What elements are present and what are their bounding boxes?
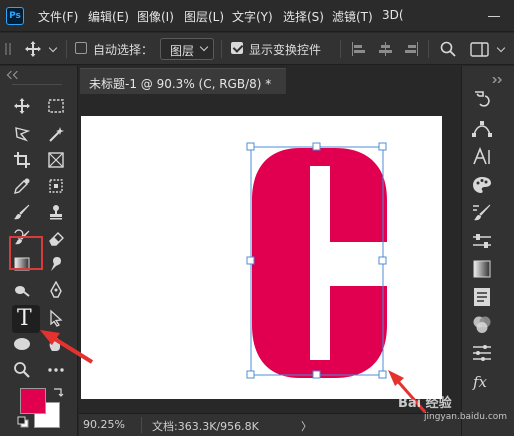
document-tab[interactable]: 未标题-1 @ 90.3% (C, RGB/8) * bbox=[80, 68, 286, 94]
workspace-dropdown-icon[interactable] bbox=[496, 43, 506, 53]
chevron-down-icon bbox=[199, 42, 209, 52]
paths-panel-icon[interactable] bbox=[471, 118, 493, 140]
watermark-url: jingyan.baidu.com bbox=[424, 412, 508, 422]
preset-dropdown-icon[interactable] bbox=[48, 43, 58, 53]
zoom-level[interactable]: 90.25% bbox=[83, 418, 125, 431]
hand-tool[interactable] bbox=[42, 332, 70, 356]
crop-tool[interactable] bbox=[8, 148, 36, 172]
magic-wand-tool[interactable] bbox=[42, 122, 70, 146]
status-bar: 90.25% 文档:363.3K/956.8K 〉 bbox=[79, 413, 461, 436]
brush-tool[interactable] bbox=[8, 200, 36, 224]
type-tool[interactable]: T bbox=[12, 305, 40, 333]
brush-settings-icon[interactable] bbox=[471, 202, 493, 224]
move-tool[interactable] bbox=[8, 94, 36, 118]
swatches-panel-icon[interactable] bbox=[471, 174, 493, 196]
default-colors-icon[interactable] bbox=[17, 416, 29, 428]
dodge-tool[interactable] bbox=[8, 278, 36, 302]
right-panel-dock: fx bbox=[461, 66, 514, 436]
ellipse-tool[interactable] bbox=[8, 332, 36, 356]
minimize-button[interactable] bbox=[470, 4, 514, 28]
panel-divider bbox=[12, 84, 62, 85]
move-tool-preset-icon[interactable] bbox=[24, 40, 44, 58]
menu-select[interactable]: 选择(S) bbox=[283, 8, 324, 25]
show-transform-label: 显示变换控件 bbox=[249, 43, 322, 57]
eraser-tool[interactable] bbox=[42, 226, 70, 250]
search-icon[interactable] bbox=[440, 41, 456, 57]
marquee-tool[interactable] bbox=[42, 94, 70, 118]
document-tab-title: 未标题-1 @ 90.3% (C, RGB/8) * bbox=[89, 77, 272, 91]
zoom-tool[interactable] bbox=[8, 358, 36, 382]
menu-3d[interactable]: 3D( bbox=[382, 8, 404, 22]
lasso-tool[interactable] bbox=[8, 122, 36, 146]
auto-select-checkbox[interactable] bbox=[75, 42, 87, 54]
align-right-icon[interactable] bbox=[404, 42, 418, 56]
document-info-arrow[interactable]: 〉 bbox=[301, 418, 312, 434]
swap-colors-icon[interactable] bbox=[52, 386, 64, 398]
channels-panel-icon[interactable] bbox=[471, 314, 493, 336]
align-left-icon[interactable] bbox=[352, 42, 366, 56]
document-info: 文档:363.3K/956.8K bbox=[152, 420, 259, 433]
auto-select-target-dropdown[interactable]: 图层 bbox=[160, 38, 214, 60]
canvas[interactable] bbox=[81, 116, 442, 399]
history-panel-icon[interactable] bbox=[471, 88, 493, 110]
vertical-scrollbar[interactable] bbox=[450, 96, 458, 412]
align-center-icon[interactable] bbox=[378, 42, 392, 56]
workspace-icon[interactable] bbox=[470, 42, 490, 57]
eyedropper-tool[interactable] bbox=[8, 174, 36, 198]
options-bar: 自动选择： 图层 显示变换控件 bbox=[0, 33, 514, 65]
menu-edit[interactable]: 编辑(E) bbox=[88, 8, 129, 25]
show-transform-checkbox[interactable] bbox=[231, 42, 243, 54]
menu-type[interactable]: 文字(Y) bbox=[232, 8, 273, 25]
pen-tool[interactable] bbox=[42, 278, 70, 302]
type-tool-glyph: T bbox=[17, 306, 32, 331]
adjustments-icon[interactable] bbox=[471, 230, 493, 252]
more-tools[interactable] bbox=[42, 358, 70, 382]
collapse-panel-icon[interactable] bbox=[8, 72, 22, 78]
watermark: Bai 经验 bbox=[398, 396, 452, 411]
layers-adjust-icon[interactable] bbox=[471, 342, 493, 364]
options-grip-icon bbox=[4, 42, 14, 56]
gradients-panel-icon[interactable] bbox=[471, 258, 493, 280]
auto-select-label: 自动选择： bbox=[93, 43, 154, 57]
layer-select-value: 图层 bbox=[170, 44, 195, 58]
smudge-tool[interactable] bbox=[42, 252, 70, 276]
path-select-tool[interactable] bbox=[42, 306, 70, 330]
character-panel-icon[interactable] bbox=[471, 146, 493, 168]
menu-bar: Ps 文件(F) 编辑(E) 图像(I) 图层(L) 文字(Y) 选择(S) 滤… bbox=[0, 0, 514, 32]
menu-filter[interactable]: 滤镜(T) bbox=[332, 8, 373, 25]
stamp-tool[interactable] bbox=[42, 200, 70, 224]
menu-file[interactable]: 文件(F) bbox=[38, 8, 78, 25]
type-tool-highlight bbox=[9, 236, 43, 270]
menu-image[interactable]: 图像(I) bbox=[137, 8, 174, 25]
menu-layer[interactable]: 图层(L) bbox=[184, 8, 224, 25]
properties-panel-icon[interactable] bbox=[471, 286, 493, 308]
photoshop-logo: Ps bbox=[6, 7, 24, 25]
layer-styles-icon[interactable]: fx bbox=[471, 372, 493, 394]
collapse-dock-icon[interactable] bbox=[492, 72, 506, 84]
frame-tool[interactable] bbox=[42, 148, 70, 172]
spot-heal-tool[interactable] bbox=[42, 174, 70, 198]
foreground-color-swatch[interactable] bbox=[20, 388, 46, 414]
